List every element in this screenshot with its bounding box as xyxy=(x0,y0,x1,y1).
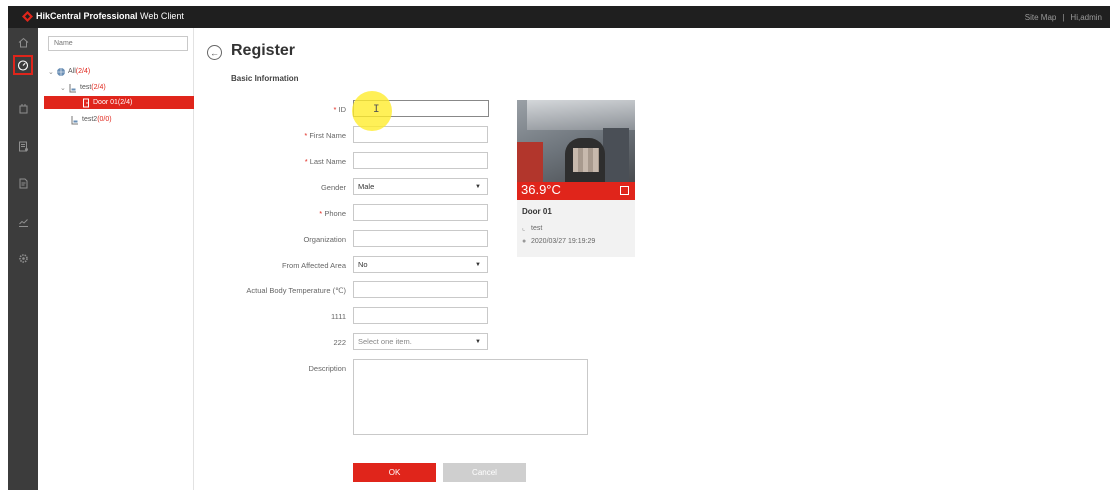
temperature-reading: 36.9°C xyxy=(521,182,561,197)
chevron-down-icon[interactable]: ⌄ xyxy=(48,68,56,76)
card-timestamp-text: 2020/03/27 19:19:29 xyxy=(531,238,596,245)
tree-node-test[interactable]: ⌄ test (2/4) xyxy=(60,81,106,94)
last-name-label-text: Last Name xyxy=(309,157,346,166)
tree-search-input[interactable] xyxy=(48,36,188,51)
register-content: ← Register Basic Information * ID * Firs… xyxy=(195,28,1110,490)
gender-label: Gender xyxy=(320,183,346,192)
tree-node-label: test xyxy=(80,84,92,91)
organization-label: Organization xyxy=(303,235,346,244)
required-mark: * xyxy=(333,105,337,114)
pixelated-face xyxy=(573,148,599,172)
affected-area-value: No xyxy=(358,260,368,269)
tree-node-label: Door 01 xyxy=(93,99,118,106)
device-icon[interactable] xyxy=(13,98,33,118)
text-cursor-icon: I xyxy=(373,104,380,116)
required-mark: * xyxy=(304,131,308,140)
top-bar: HikCentral Professional Web Client Site … xyxy=(8,6,1110,28)
section-title: Basic Information xyxy=(231,74,299,83)
site-map-link[interactable]: Site Map xyxy=(1025,13,1057,22)
document-icon[interactable] xyxy=(13,173,33,193)
phone-label: * Phone xyxy=(195,209,346,218)
temperature-input[interactable] xyxy=(353,281,488,298)
globe-icon xyxy=(57,67,65,76)
description-textarea[interactable] xyxy=(353,359,588,435)
gender-select[interactable]: Male ▼ xyxy=(353,178,488,195)
field-1111-label: 1111 xyxy=(330,312,346,321)
field-1111-input[interactable] xyxy=(353,307,488,324)
tree-node-test2[interactable]: test2 (0/0) xyxy=(70,113,112,126)
tree-node-count: (2/4) xyxy=(117,99,133,106)
first-name-label-text: First Name xyxy=(309,131,346,140)
gear-icon[interactable] xyxy=(13,248,33,268)
description-label: Description xyxy=(308,364,346,373)
home-icon[interactable] xyxy=(13,32,33,52)
field-222-select[interactable]: Select one item. ▼ xyxy=(353,333,488,350)
temperature-label: Actual Body Temperature (℃) xyxy=(246,286,346,295)
card-timestamp: ● 2020/03/27 19:19:29 xyxy=(522,238,595,245)
chevron-down-icon[interactable]: ⌄ xyxy=(60,84,68,92)
back-arrow-icon[interactable]: ← xyxy=(207,45,222,60)
card-group-text: test xyxy=(531,224,543,232)
last-name-label: * Last Name xyxy=(195,157,346,166)
left-nav-rail xyxy=(8,28,38,490)
tree-node-count: (2/4) xyxy=(75,68,91,75)
required-mark: * xyxy=(304,157,308,166)
capture-card: 36.9°C Door 01 ⌞ test ● 2020/03/27 19:19… xyxy=(517,100,635,257)
tree-node-all[interactable]: ⌄ All (2/4) xyxy=(48,65,90,78)
field-222-label: 222 xyxy=(333,338,346,347)
cancel-button[interactable]: Cancel xyxy=(443,463,526,482)
gender-value: Male xyxy=(358,182,375,191)
tree-node-door-01[interactable]: Door 01 (2/4) xyxy=(44,96,194,109)
capture-photo: 36.9°C xyxy=(517,100,635,200)
field-222-placeholder: Select one item. xyxy=(358,337,412,346)
tree-node-label: All xyxy=(68,68,76,75)
id-label-text: ID xyxy=(338,105,347,114)
required-mark: * xyxy=(319,209,323,218)
caret-down-icon: ▼ xyxy=(475,338,481,345)
phone-label-text: Phone xyxy=(324,209,346,218)
top-separator: | xyxy=(1062,13,1065,22)
app-title-light: Web Client xyxy=(137,11,184,21)
id-label: * ID xyxy=(195,105,346,114)
card-door-name: Door 01 xyxy=(522,207,552,216)
app-title: HikCentral Professional Web Client xyxy=(36,11,184,21)
clock-icon: ● xyxy=(522,238,527,245)
top-right-links: Site Map | Hi,admin xyxy=(1025,13,1102,22)
hikcentral-logo-icon xyxy=(22,11,33,22)
caret-down-icon: ▼ xyxy=(475,183,481,190)
cursor-highlight xyxy=(352,91,392,131)
area-icon xyxy=(69,83,76,92)
area-icon xyxy=(71,115,78,124)
page-title: Register xyxy=(231,42,296,59)
door-icon xyxy=(83,98,89,107)
affected-area-select[interactable]: No ▼ xyxy=(353,256,488,273)
chart-icon[interactable] xyxy=(13,212,33,232)
resource-tree-panel: ⌄ All(2/4) ⌄ test(2/4) Door 01(2/4) test… xyxy=(38,28,194,490)
person-icon xyxy=(620,186,629,195)
first-name-label: * First Name xyxy=(195,131,346,140)
report-icon[interactable] xyxy=(13,136,33,156)
affected-area-label: From Affected Area xyxy=(281,261,346,270)
last-name-input[interactable] xyxy=(353,152,488,169)
tree-node-count: (2/4) xyxy=(91,84,106,91)
user-menu[interactable]: Hi,admin xyxy=(1070,13,1102,22)
organization-input[interactable] xyxy=(353,230,488,247)
card-group: ⌞ test xyxy=(522,224,543,233)
tree-node-count: (0/0) xyxy=(97,116,112,123)
area-icon: ⌞ xyxy=(522,225,526,232)
ok-button[interactable]: OK xyxy=(353,463,436,482)
dashboard-icon[interactable] xyxy=(13,55,33,75)
app-title-bold: HikCentral Professional xyxy=(36,11,138,21)
phone-input[interactable] xyxy=(353,204,488,221)
tree-node-label: test2 xyxy=(82,116,98,123)
caret-down-icon: ▼ xyxy=(475,261,481,268)
